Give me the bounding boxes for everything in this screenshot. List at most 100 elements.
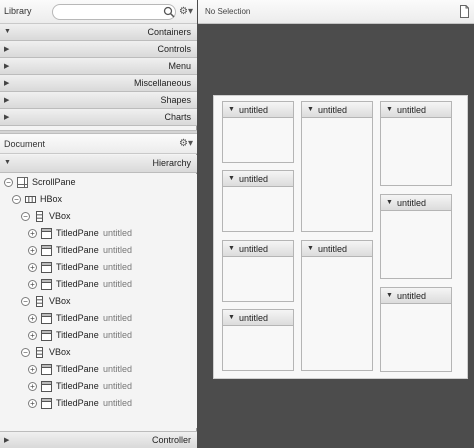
expand-toggle-icon[interactable]: +: [28, 331, 37, 340]
titled-pane-header[interactable]: ▼ untitled: [223, 102, 293, 118]
section-label: Shapes: [160, 95, 191, 105]
collapse-arrow-icon[interactable]: ▼: [307, 106, 314, 113]
titled-pane[interactable]: ▼ untitled: [380, 287, 452, 372]
tree-node-sublabel: untitled: [103, 398, 133, 408]
tree-node-sublabel: untitled: [103, 381, 133, 391]
tree-node-label: TitledPane: [56, 364, 99, 374]
tree-node-label: VBox: [49, 347, 71, 357]
tree-node-scrollpane[interactable]: − ScrollPane: [0, 174, 197, 191]
tree-node-titledpane[interactable]: + TitledPane untitled: [0, 225, 197, 242]
section-menu[interactable]: ▶ Menu: [0, 58, 197, 75]
tree-node-sublabel: untitled: [103, 313, 133, 323]
expand-arrow-icon: ▶: [4, 97, 10, 104]
titled-pane-title: untitled: [318, 244, 348, 254]
library-search-input[interactable]: [52, 4, 176, 20]
collapse-toggle-icon[interactable]: −: [21, 297, 30, 306]
tree-node-titledpane[interactable]: + TitledPane untitled: [0, 310, 197, 327]
expand-toggle-icon[interactable]: +: [28, 314, 37, 323]
titled-pane-title: untitled: [397, 198, 427, 208]
titled-pane[interactable]: ▼ untitled: [222, 240, 294, 302]
section-controls[interactable]: ▶ Controls: [0, 41, 197, 58]
tree-node-titledpane[interactable]: + TitledPane untitled: [0, 276, 197, 293]
library-header: Library ⚙▾: [0, 0, 197, 24]
gear-icon[interactable]: ⚙▾: [179, 6, 195, 18]
expand-toggle-icon[interactable]: +: [28, 399, 37, 408]
gear-icon[interactable]: ⚙▾: [179, 138, 195, 150]
titled-pane-header[interactable]: ▼ untitled: [381, 102, 451, 118]
expand-arrow-icon: ▶: [4, 437, 10, 444]
content-canvas[interactable]: ▼ untitled ▼ untitled ▼ untitled ▼ untitled ▼ unt…: [213, 95, 468, 379]
collapse-arrow-icon[interactable]: ▼: [228, 106, 235, 113]
expand-toggle-icon[interactable]: +: [28, 246, 37, 255]
section-label: Controller: [151, 435, 191, 445]
titledpane-icon: [41, 398, 52, 409]
tree-node-vbox[interactable]: − VBox: [0, 208, 197, 225]
titled-pane-header[interactable]: ▼ untitled: [223, 310, 293, 326]
tree-node-titledpane[interactable]: + TitledPane untitled: [0, 242, 197, 259]
library-title: Library: [4, 6, 32, 16]
titled-pane-header[interactable]: ▼ untitled: [223, 241, 293, 257]
expand-toggle-icon[interactable]: +: [28, 280, 37, 289]
collapse-toggle-icon[interactable]: −: [21, 348, 30, 357]
titled-pane-header[interactable]: ▼ untitled: [302, 102, 372, 118]
section-hierarchy[interactable]: ▼ Hierarchy: [0, 155, 197, 173]
expand-toggle-icon[interactable]: +: [28, 382, 37, 391]
tree-node-label: TitledPane: [56, 330, 99, 340]
collapse-arrow-icon[interactable]: ▼: [228, 245, 235, 252]
section-shapes[interactable]: ▶ Shapes: [0, 92, 197, 109]
tree-node-label: TitledPane: [56, 398, 99, 408]
expand-toggle-icon[interactable]: +: [28, 263, 37, 272]
collapse-toggle-icon[interactable]: −: [12, 195, 21, 204]
tree-node-vbox[interactable]: − VBox: [0, 344, 197, 361]
expand-arrow-icon: ▼: [4, 159, 11, 166]
tree-node-sublabel: untitled: [103, 330, 133, 340]
titled-pane[interactable]: ▼ untitled: [222, 170, 294, 232]
tree-node-label: VBox: [49, 211, 71, 221]
collapse-arrow-icon[interactable]: ▼: [386, 199, 393, 206]
titled-pane-header[interactable]: ▼ untitled: [302, 241, 372, 257]
titledpane-icon: [41, 245, 52, 256]
titled-pane[interactable]: ▼ untitled: [301, 101, 373, 232]
titled-pane[interactable]: ▼ untitled: [380, 101, 452, 186]
tree-node-hbox[interactable]: − HBox: [0, 191, 197, 208]
titled-pane-header[interactable]: ▼ untitled: [381, 195, 451, 211]
titled-pane[interactable]: ▼ untitled: [222, 309, 294, 371]
collapse-toggle-icon[interactable]: −: [4, 178, 13, 187]
collapse-arrow-icon[interactable]: ▼: [228, 175, 235, 182]
titled-pane[interactable]: ▼ untitled: [380, 194, 452, 279]
tree-node-sublabel: untitled: [103, 364, 133, 374]
tree-node-titledpane[interactable]: + TitledPane untitled: [0, 361, 197, 378]
selection-bar: No Selection: [198, 0, 474, 24]
section-miscellaneous[interactable]: ▶ Miscellaneous: [0, 75, 197, 92]
titled-pane-title: untitled: [318, 105, 348, 115]
expand-toggle-icon[interactable]: +: [28, 229, 37, 238]
document-icon[interactable]: [460, 5, 469, 18]
collapse-toggle-icon[interactable]: −: [21, 212, 30, 221]
collapse-arrow-icon[interactable]: ▼: [386, 292, 393, 299]
collapse-arrow-icon[interactable]: ▼: [386, 106, 393, 113]
titled-pane[interactable]: ▼ untitled: [222, 101, 294, 163]
titled-pane-header[interactable]: ▼ untitled: [381, 288, 451, 304]
collapse-arrow-icon[interactable]: ▼: [307, 245, 314, 252]
titled-pane-title: untitled: [239, 174, 269, 184]
tree-node-titledpane[interactable]: + TitledPane untitled: [0, 259, 197, 276]
section-charts[interactable]: ▶ Charts: [0, 109, 197, 126]
selection-label: No Selection: [205, 7, 251, 16]
titled-pane[interactable]: ▼ untitled: [301, 240, 373, 371]
titledpane-icon: [41, 364, 52, 375]
tree-node-label: TitledPane: [56, 381, 99, 391]
titled-pane-title: untitled: [239, 244, 269, 254]
titled-pane-header[interactable]: ▼ untitled: [223, 171, 293, 187]
expand-toggle-icon[interactable]: +: [28, 365, 37, 374]
tree-node-titledpane[interactable]: + TitledPane untitled: [0, 395, 197, 412]
section-containers[interactable]: ▼ Containers: [0, 24, 197, 41]
expand-arrow-icon: ▶: [4, 114, 10, 121]
tree-node-titledpane[interactable]: + TitledPane untitled: [0, 378, 197, 395]
titledpane-icon: [41, 330, 52, 341]
tree-node-titledpane[interactable]: + TitledPane untitled: [0, 327, 197, 344]
section-controller[interactable]: ▶ Controller: [0, 431, 197, 448]
search-icon[interactable]: [163, 6, 175, 18]
tree-node-vbox[interactable]: − VBox: [0, 293, 197, 310]
titledpane-icon: [41, 262, 52, 273]
collapse-arrow-icon[interactable]: ▼: [228, 314, 235, 321]
